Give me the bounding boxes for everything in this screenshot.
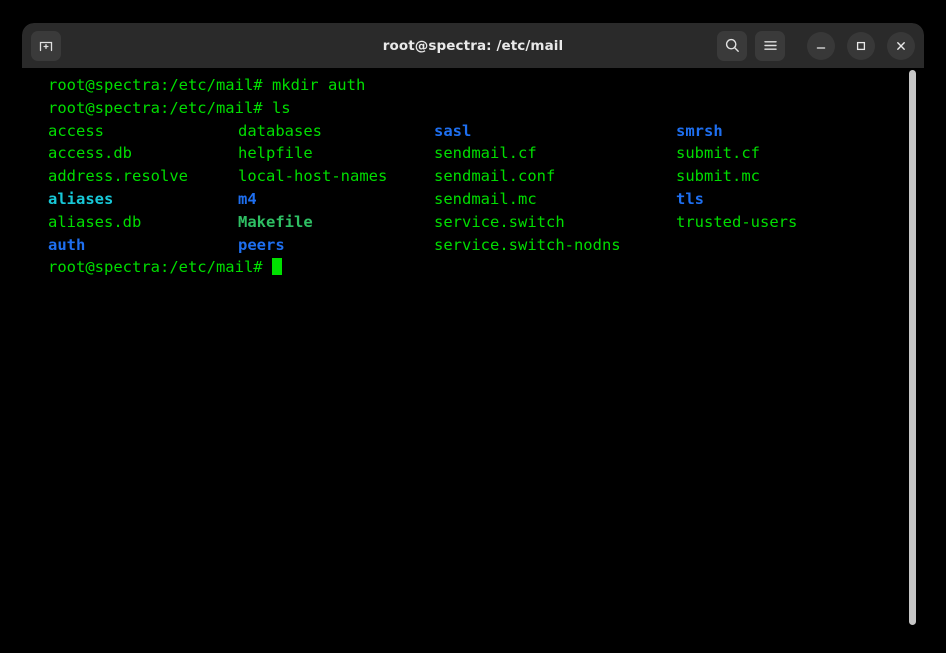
ls-output-row: auth peers service.switch-nodns xyxy=(48,234,924,257)
new-tab-icon xyxy=(39,41,53,51)
ls-entry-file: sendmail.cf xyxy=(434,144,537,163)
terminal-body[interactable]: root@spectra:/etc/mail# mkdir auth root@s… xyxy=(22,68,924,631)
ls-entry-file: service.switch xyxy=(434,212,565,231)
shell-prompt: root@spectra:/etc/mail# xyxy=(48,76,263,94)
menu-button[interactable] xyxy=(755,30,785,61)
window-controls xyxy=(807,31,915,60)
ls-entry-file: address.resolve xyxy=(48,167,188,186)
shell-command: ls xyxy=(262,98,291,117)
maximize-button[interactable] xyxy=(847,31,875,60)
ls-entry-dir: m4 xyxy=(238,189,257,208)
ls-output-row: aliases.db Makefile service.switch trusted-… xyxy=(48,211,924,234)
ls-entry-file: databases xyxy=(238,121,322,140)
terminal-window: root@spectra: /etc/mail root@spectra:/et… xyxy=(22,23,924,631)
ls-entry-file: local-host-names xyxy=(238,167,388,186)
terminal-command-line: root@spectra:/etc/mail# mkdir auth xyxy=(48,74,924,97)
terminal-output[interactable]: root@spectra:/etc/mail# mkdir auth root@s… xyxy=(48,74,924,631)
ls-entry-dir: tls xyxy=(676,189,704,208)
ls-entry-link: aliases xyxy=(48,189,114,208)
ls-entry-file: sendmail.conf xyxy=(434,167,556,186)
hamburger-menu-icon xyxy=(763,41,777,50)
ls-entry-dir: auth xyxy=(48,235,86,254)
ls-entry-file: service.switch-nodns xyxy=(434,235,621,254)
ls-output-row: aliases m4 sendmail.mc tls xyxy=(48,188,924,211)
ls-output-row: access databases sasl smrsh xyxy=(48,120,924,143)
shell-command: mkdir auth xyxy=(262,76,366,94)
ls-entry-file: helpfile xyxy=(238,144,313,163)
ls-entry-file: trusted-users xyxy=(676,212,798,231)
ls-output-row: access.db helpfile sendmail.cf submit.cf xyxy=(48,142,924,165)
close-icon xyxy=(897,41,905,50)
ls-entry-file: submit.mc xyxy=(676,167,760,186)
close-button[interactable] xyxy=(887,31,915,60)
title-bar[interactable]: root@spectra: /etc/mail xyxy=(22,23,924,68)
ls-output-row: address.resolve local-host-names sendmail.… xyxy=(48,165,924,188)
ls-entry-dir: peers xyxy=(238,235,285,254)
search-button[interactable] xyxy=(717,30,747,61)
minimize-button[interactable] xyxy=(807,31,835,60)
ls-entry-file: aliases.db xyxy=(48,212,142,231)
scrollbar-track[interactable] xyxy=(907,68,919,631)
terminal-cursor xyxy=(271,258,282,276)
shell-prompt: root@spectra:/etc/mail# xyxy=(48,258,272,277)
maximize-icon xyxy=(856,41,866,50)
scrollbar-thumb[interactable] xyxy=(909,70,916,625)
search-icon xyxy=(725,38,739,52)
ls-entry-dir: sasl xyxy=(434,121,472,140)
ls-entry-file: sendmail.mc xyxy=(434,189,537,208)
minimize-icon xyxy=(816,46,826,49)
ls-entry-dir: smrsh xyxy=(676,121,723,140)
ls-entry-exec: Makefile xyxy=(238,212,313,231)
new-tab-button[interactable] xyxy=(31,30,61,61)
shell-prompt: root@spectra:/etc/mail# xyxy=(48,98,263,117)
ls-entry-file: submit.cf xyxy=(676,144,760,163)
ls-entry-file: access xyxy=(48,121,104,140)
terminal-command-line: root@spectra:/etc/mail# ls xyxy=(48,97,924,120)
ls-entry-file: access.db xyxy=(48,144,132,163)
header-actions xyxy=(717,30,915,61)
terminal-prompt-line: root@spectra:/etc/mail# xyxy=(48,256,924,279)
